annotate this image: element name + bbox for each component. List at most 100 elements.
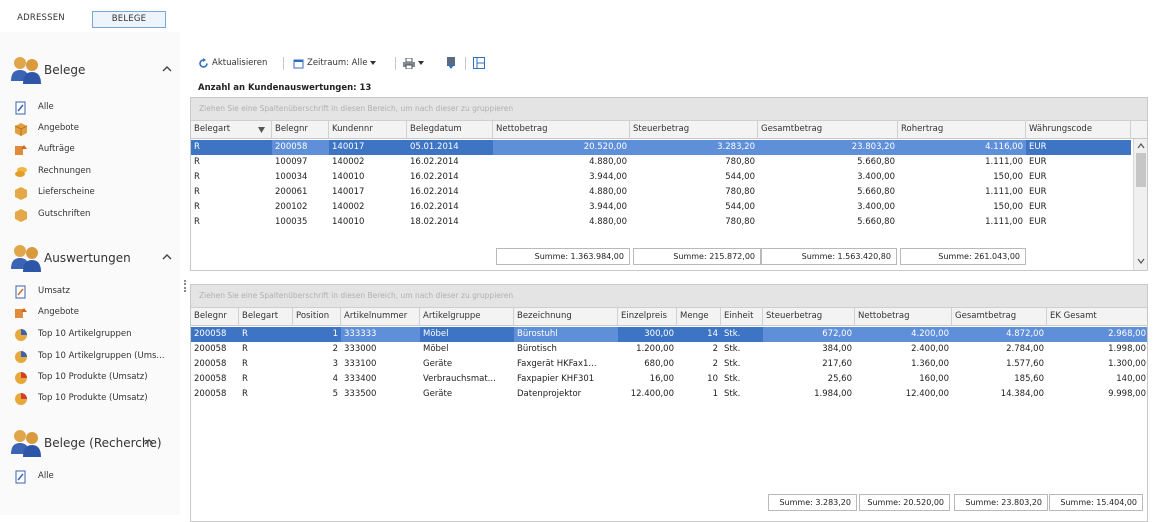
table-row[interactable]: R 100035 140010 18.02.2014 4.880,00 780,80 5.6… (191, 215, 1131, 230)
table-cell[interactable]: 4.880,00 (493, 185, 630, 200)
table-cell[interactable]: 3.400,00 (758, 170, 898, 185)
table-cell[interactable]: 1.360,00 (855, 357, 952, 372)
chevron-up-icon[interactable] (161, 251, 173, 263)
table-row[interactable]: R 200061 140017 16.02.2014 4.880,00 780,80 5.6… (191, 185, 1131, 200)
column-header[interactable]: Belegdatum (407, 121, 493, 139)
table-cell[interactable]: 140017 (329, 140, 407, 155)
table-cell[interactable]: 140010 (329, 215, 407, 230)
table-cell[interactable]: 333400 (341, 372, 420, 387)
table-cell[interactable]: 544,00 (630, 200, 758, 215)
scroll-down-icon[interactable] (1137, 257, 1145, 265)
table-cell[interactable]: 200058 (272, 140, 329, 155)
table-cell[interactable]: 9.998,00 (1047, 387, 1147, 402)
column-header[interactable]: Einheit (721, 308, 763, 326)
table-cell[interactable]: R (239, 387, 293, 402)
sidebar-item-recherche-alle[interactable]: Alle (14, 469, 178, 485)
table-cell[interactable]: R (191, 185, 272, 200)
table-cell[interactable]: R (239, 372, 293, 387)
column-header[interactable]: Steuerbetrag (763, 308, 855, 326)
table-cell[interactable]: 1.111,00 (898, 215, 1026, 230)
table-cell[interactable]: 333100 (341, 357, 420, 372)
column-header[interactable]: Artikelnummer (341, 308, 420, 326)
table-cell[interactable]: 150,00 (898, 200, 1026, 215)
table-cell[interactable]: Geräte (420, 357, 514, 372)
sidebar-item-top10-produkte[interactable]: Top 10 Produkte (Umsatz) (14, 370, 178, 386)
table-cell[interactable]: 3 (293, 357, 341, 372)
table-cell[interactable]: 200061 (272, 185, 329, 200)
table-cell[interactable]: 4.880,00 (493, 155, 630, 170)
table-cell[interactable]: 140002 (329, 200, 407, 215)
column-header[interactable]: Steuerbetrag (630, 121, 758, 139)
table-cell[interactable]: 672,00 (763, 327, 855, 342)
table-cell[interactable]: 544,00 (630, 170, 758, 185)
table-cell[interactable]: 4.116,00 (898, 140, 1026, 155)
table-row[interactable]: R 100034 140010 16.02.2014 3.944,00 544,00 3.4… (191, 170, 1131, 185)
sidebar-item-top10-artikelgruppen-umsatz[interactable]: Top 10 Artikelgruppen (Ums... (14, 349, 178, 365)
table-cell[interactable]: 185,60 (952, 372, 1047, 387)
table-cell[interactable]: Faxpapier KHF301 (514, 372, 618, 387)
table-cell[interactable]: 333500 (341, 387, 420, 402)
column-header[interactable]: Menge (677, 308, 721, 326)
table-cell[interactable]: 1 (293, 327, 341, 342)
table-cell[interactable]: 4.872,00 (952, 327, 1047, 342)
table-cell[interactable]: R (191, 140, 272, 155)
column-header[interactable]: Belegnr (191, 308, 239, 326)
table-cell[interactable]: 333333 (341, 327, 420, 342)
sidebar-group-belege-recherche[interactable]: Belege (Recherche) (10, 427, 178, 459)
table-cell[interactable]: 384,00 (763, 342, 855, 357)
sidebar-item-umsatz[interactable]: Umsatz (14, 284, 178, 300)
group-by-area[interactable]: Ziehen Sie eine Spaltenüberschrift in di… (191, 285, 1147, 308)
table-cell[interactable]: 5.660,80 (758, 185, 898, 200)
table-row[interactable]: 200058 R 3 333100 Geräte Faxgerät HKFax1... 68… (191, 357, 1147, 372)
table-cell[interactable]: 23.803,20 (758, 140, 898, 155)
table-cell[interactable]: 16.02.2014 (407, 185, 493, 200)
table-cell[interactable]: 1.998,00 (1047, 342, 1147, 357)
sidebar-item-alle[interactable]: Alle (14, 100, 178, 116)
table-cell[interactable]: 5.660,80 (758, 215, 898, 230)
table-cell[interactable]: R (239, 342, 293, 357)
sidebar-item-gutschriften[interactable]: Gutschriften (14, 207, 178, 223)
table-cell[interactable]: 217,60 (763, 357, 855, 372)
table-cell[interactable]: R (239, 327, 293, 342)
column-header[interactable]: Gesamtbetrag (758, 121, 898, 139)
sidebar-item-angebote-auswertung[interactable]: Angebote (14, 305, 178, 321)
column-header[interactable]: Nettobetrag (855, 308, 952, 326)
table-cell[interactable]: 150,00 (898, 170, 1026, 185)
table-cell[interactable]: R (191, 200, 272, 215)
table-cell[interactable]: EUR (1026, 170, 1131, 185)
table-cell[interactable]: Stk. (721, 342, 763, 357)
tab-adressen[interactable]: ADRESSEN (2, 11, 80, 28)
layout-button[interactable] (473, 54, 485, 72)
sidebar-item-top10-produkte-2[interactable]: Top 10 Produkte (Umsatz) (14, 391, 178, 407)
table-cell[interactable]: Faxgerät HKFax1... (514, 357, 618, 372)
column-header[interactable]: Position (293, 308, 341, 326)
table-cell[interactable]: 100034 (272, 170, 329, 185)
column-header[interactable]: EK Gesamt (1047, 308, 1147, 326)
table-cell[interactable]: 3.944,00 (493, 170, 630, 185)
table-cell[interactable]: EUR (1026, 155, 1131, 170)
table-cell[interactable]: R (239, 357, 293, 372)
table-cell[interactable]: EUR (1026, 200, 1131, 215)
sidebar-resize-grip[interactable] (184, 280, 186, 292)
table-cell[interactable]: 1.300,00 (1047, 357, 1147, 372)
table-cell[interactable]: 140010 (329, 170, 407, 185)
table-cell[interactable]: EUR (1026, 185, 1131, 200)
table-row[interactable]: R 100097 140002 16.02.2014 4.880,00 780,80 5.6… (191, 155, 1131, 170)
table-cell[interactable]: 780,80 (630, 215, 758, 230)
sidebar-item-auftraege[interactable]: Aufträge (14, 142, 178, 158)
column-header[interactable]: Kundennr (329, 121, 407, 139)
table-cell[interactable]: 100035 (272, 215, 329, 230)
tab-belege[interactable]: BELEGE (92, 11, 166, 28)
table-cell[interactable]: 1.577,60 (952, 357, 1047, 372)
table-cell[interactable]: Stk. (721, 372, 763, 387)
vertical-scrollbar[interactable] (1133, 139, 1147, 270)
table-cell[interactable]: 1.200,00 (618, 342, 677, 357)
table-cell[interactable]: 1.111,00 (898, 155, 1026, 170)
sidebar-item-lieferscheine[interactable]: Lieferscheine (14, 185, 178, 201)
table-cell[interactable]: 4 (293, 372, 341, 387)
table-cell[interactable]: 1.984,00 (763, 387, 855, 402)
table-cell[interactable]: R (191, 170, 272, 185)
table-cell[interactable]: 4.880,00 (493, 215, 630, 230)
table-cell[interactable]: 2.400,00 (855, 342, 952, 357)
table-cell[interactable]: EUR (1026, 215, 1131, 230)
